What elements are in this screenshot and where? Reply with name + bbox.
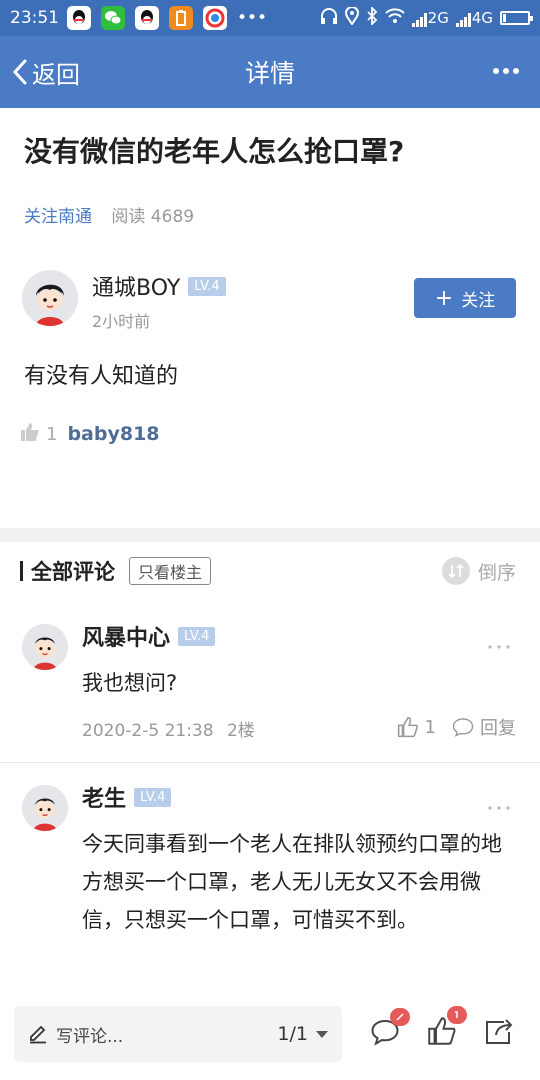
read-count: 阅读 4689 — [111, 207, 195, 227]
like-count: 1 — [46, 423, 58, 445]
sort-button[interactable]: 倒序 — [441, 557, 516, 585]
only-host-button[interactable]: 只看楼主 — [129, 557, 212, 585]
comment-time: 2020-2-5 21:38 — [82, 721, 214, 741]
signal-bars-icon — [411, 13, 427, 27]
comment-item: 老生 LV.4 今天同事看到一个老人在排队领预约口罩的地方想买一个口罩，老人无儿… — [0, 763, 540, 996]
qq-app-icon-2 — [135, 6, 159, 30]
likes-badge-icon — [447, 1006, 467, 1024]
commenter-name[interactable]: 老生 — [82, 781, 126, 813]
comments-badge-icon — [390, 1008, 410, 1026]
bottom-bar: 写评论... 1/1 — [0, 996, 540, 1080]
comment-author: 老生 LV.4 — [82, 781, 172, 813]
bluetooth-icon — [366, 5, 378, 29]
signal-bars-icon-2 — [455, 13, 471, 27]
like-button[interactable] — [427, 1006, 467, 1050]
network-4g-label: 4G — [471, 9, 493, 27]
post-title: 没有微信的老年人怎么抢口罩? — [24, 135, 405, 168]
sort-label: 倒序 — [477, 561, 516, 584]
cartoon-boy-avatar-icon — [22, 785, 68, 831]
comment-actions: 1 回复 — [381, 714, 516, 740]
nav-bar: 返回 详情 — [0, 36, 540, 108]
comment-like-count: 1 — [424, 716, 436, 738]
qq-app-icon — [67, 6, 91, 30]
comment-more-button[interactable] — [488, 634, 510, 653]
status-bar: 23:51 ••• 2G 4G — [0, 0, 540, 36]
speech-bubble-icon — [452, 718, 474, 737]
comment-reply-button[interactable]: 回复 — [452, 714, 516, 740]
signal-4g: 4G — [455, 9, 493, 27]
browser-app-icon — [203, 6, 227, 30]
avatar[interactable] — [22, 624, 68, 670]
caret-down-icon — [316, 1030, 328, 1038]
page-indicator: 1/1 — [277, 1023, 308, 1045]
comment-more-button[interactable] — [488, 795, 510, 814]
post-body: 有没有人知道的 — [24, 364, 179, 389]
avatar[interactable] — [22, 270, 78, 326]
signal-2g: 2G — [411, 9, 449, 27]
liker-name[interactable]: baby818 — [67, 423, 159, 445]
follow-button-label: 关注 — [461, 290, 496, 311]
comment-input[interactable]: 写评论... 1/1 — [14, 1006, 342, 1062]
back-label: 返回 — [32, 60, 80, 89]
comments-button[interactable] — [370, 1008, 410, 1050]
battery-icon — [500, 11, 533, 25]
post-time: 2小时前 — [92, 312, 151, 331]
page-title: 详情 — [244, 59, 295, 88]
comment-text: 今天同事看到一个老人在排队领预约口罩的地方想买一个口罩，老人无儿无女又不会用微信… — [82, 832, 502, 932]
section-divider — [0, 528, 540, 542]
more-dots-icon — [488, 806, 510, 810]
follow-button[interactable]: + 关注 — [414, 278, 516, 318]
post-likes: 1 baby818 — [20, 422, 160, 446]
cartoon-boy-avatar-icon — [22, 624, 68, 670]
pencil-icon — [30, 1025, 46, 1044]
back-button[interactable]: 返回 — [0, 55, 80, 90]
reply-label: 回复 — [480, 718, 516, 739]
thumbs-up-outline-icon — [397, 716, 418, 738]
chevron-left-icon — [12, 59, 27, 85]
level-badge: LV.4 — [178, 626, 216, 646]
headphones-icon — [320, 7, 338, 29]
comment-floor: 2楼 — [226, 721, 255, 741]
comment-item: 风暴中心 LV.4 我也想问? 2020-2-5 21:38 2楼 1 回复 — [0, 600, 540, 760]
status-time: 23:51 — [10, 8, 59, 28]
commenter-name[interactable]: 风暴中心 — [82, 620, 170, 652]
level-badge: LV.4 — [188, 276, 226, 296]
post-meta: 关注南通 阅读 4689 — [24, 202, 194, 227]
avatar[interactable] — [22, 785, 68, 831]
plus-icon: + — [434, 285, 454, 311]
follow-topic-link[interactable]: 关注南通 — [24, 207, 92, 227]
more-menu-button[interactable] — [492, 60, 520, 79]
comment-text: 我也想问? — [82, 671, 178, 695]
thumbs-up-icon[interactable] — [20, 422, 40, 446]
network-2g-label: 2G — [427, 9, 449, 27]
page-selector[interactable]: 1/1 — [277, 1023, 328, 1045]
more-dots-icon — [493, 68, 519, 74]
comments-header: 全部评论 只看楼主 倒序 — [0, 542, 540, 600]
author-name[interactable]: 通城BOY — [92, 270, 180, 302]
wechat-app-icon — [101, 6, 125, 30]
comment-placeholder: 写评论... — [56, 1026, 124, 1047]
cartoon-boy-avatar-icon — [22, 270, 78, 326]
comment-author: 风暴中心 LV.4 — [82, 620, 216, 652]
share-icon — [486, 1019, 513, 1044]
comments-title-label: 全部评论 — [31, 560, 115, 584]
share-button[interactable] — [484, 1018, 514, 1050]
comment-footer: 2020-2-5 21:38 2楼 — [82, 716, 255, 741]
post-author: 通城BOY LV.4 2小时前 — [22, 270, 226, 332]
location-icon — [344, 6, 359, 29]
battery-level — [503, 14, 506, 22]
battery-saver-app-icon — [169, 6, 193, 30]
more-notifications-dots: ••• — [237, 8, 268, 28]
comments-title: 全部评论 — [20, 556, 115, 586]
wifi-icon — [384, 8, 405, 28]
level-badge: LV.4 — [134, 787, 172, 807]
title-bar-marker — [20, 561, 23, 581]
more-dots-icon — [488, 645, 510, 649]
sort-icon — [441, 557, 470, 585]
comment-like-button[interactable]: 1 — [397, 716, 436, 738]
